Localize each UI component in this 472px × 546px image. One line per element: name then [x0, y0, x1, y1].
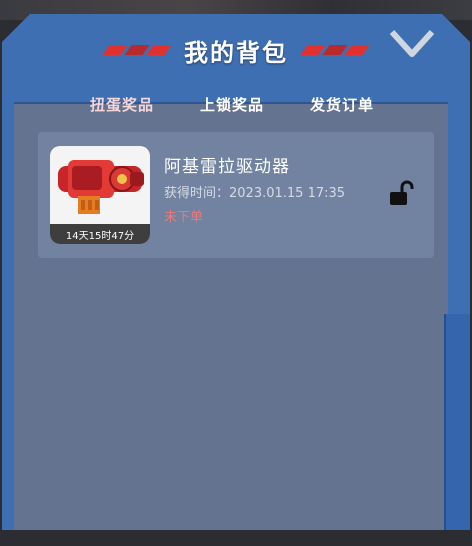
- tab-gacha-prizes[interactable]: 扭蛋奖品: [85, 94, 159, 115]
- obtained-time: 获得时间：2023.01.15 17:35: [164, 182, 345, 201]
- close-button[interactable]: [386, 26, 438, 62]
- title-stripes-right: [300, 45, 370, 55]
- obtained-time-value: 2023.01.15 17:35: [229, 186, 346, 201]
- backpack-panel: [2, 14, 470, 530]
- side-rail: [444, 314, 470, 530]
- order-status: 未下单: [164, 210, 204, 225]
- prize-thumbnail: 14天15时47分: [50, 146, 150, 244]
- driver-belt-image: [58, 160, 144, 214]
- unlocked-padlock-icon: [390, 180, 414, 205]
- tab-bar: 扭蛋奖品 上锁奖品 发货订单: [0, 94, 472, 118]
- chevron-down-icon: [389, 29, 435, 57]
- page-title: 我的背包: [184, 38, 288, 67]
- countdown-timer: 14天15时47分: [50, 224, 150, 244]
- title-stripes-left: [102, 45, 172, 55]
- obtained-time-label: 获得时间：: [164, 186, 230, 201]
- lock-button[interactable]: [388, 180, 414, 206]
- prize-card[interactable]: 14天15时47分 阿基雷拉驱动器 获得时间：2023.01.15 17:35 …: [38, 132, 434, 258]
- tab-locked-prizes[interactable]: 上锁奖品: [200, 94, 264, 115]
- tab-shipping-orders[interactable]: 发货订单: [310, 94, 374, 115]
- prize-name: 阿基雷拉驱动器: [164, 157, 290, 177]
